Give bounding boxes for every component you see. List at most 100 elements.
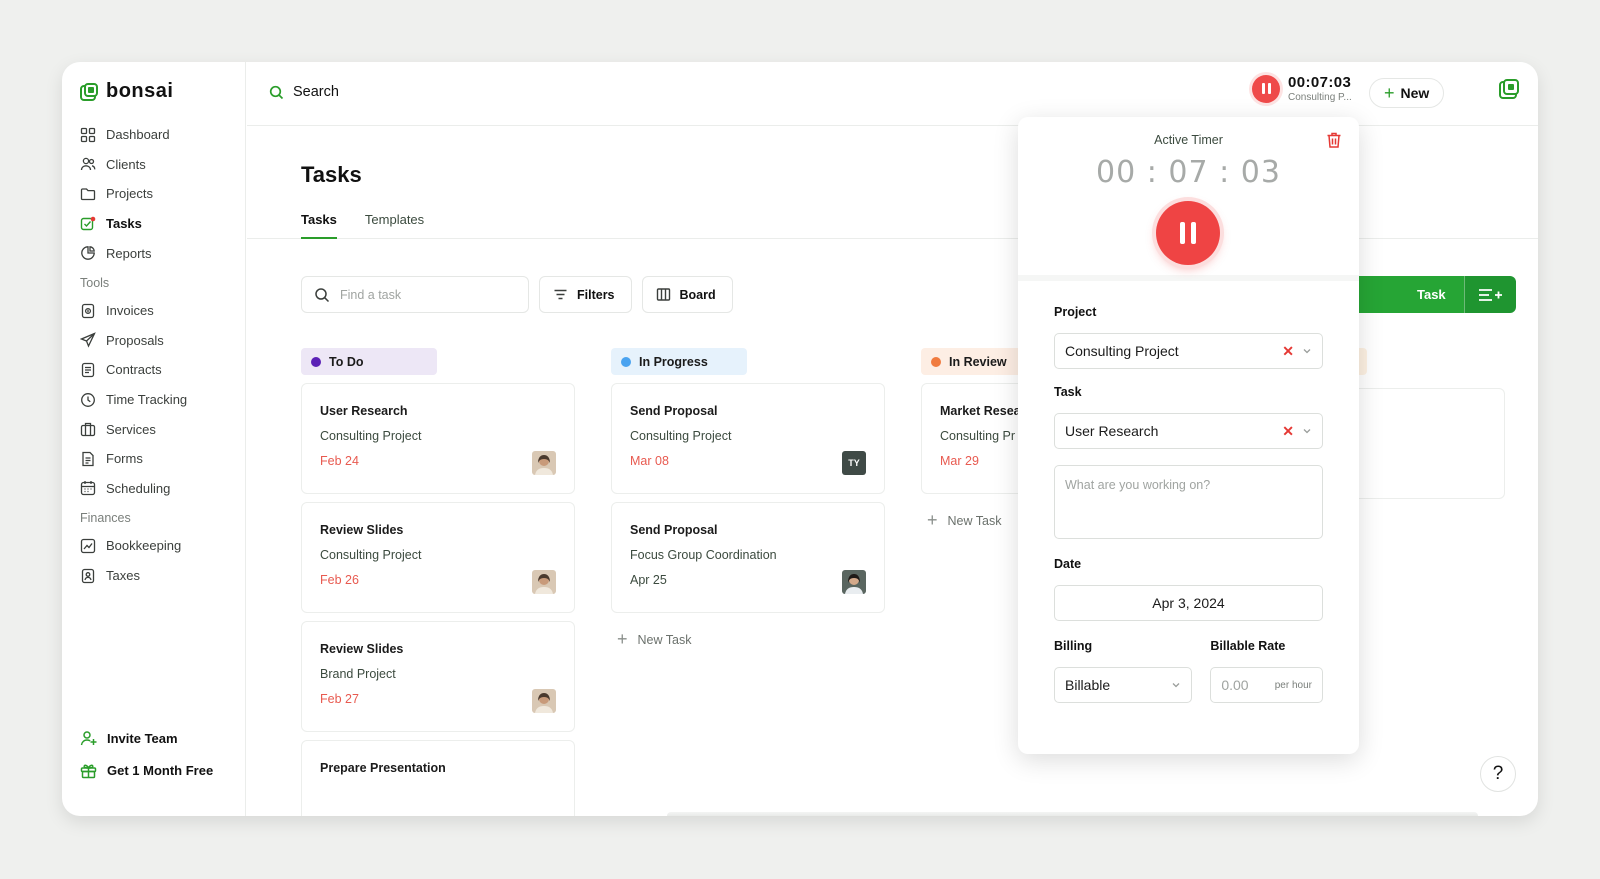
billing-label: Billing — [1054, 639, 1093, 653]
contract-icon — [81, 362, 95, 378]
sidebar-item-clients[interactable]: Clients — [80, 150, 240, 180]
add-task-menu-button[interactable] — [1463, 276, 1516, 313]
billing-row: Billing Billable Billable Rate 0.00 per … — [1054, 639, 1323, 703]
pause-icon — [1180, 222, 1185, 244]
task-card[interactable]: Send Proposal Focus Group Coordination A… — [611, 502, 885, 613]
avatar[interactable] — [842, 570, 866, 594]
column-header[interactable]: In Progress — [611, 348, 747, 375]
avatar[interactable] — [532, 451, 556, 475]
date-label: Date — [1054, 557, 1082, 571]
date-field[interactable]: Apr 3, 2024 — [1054, 585, 1323, 621]
task-project: Consulting Project — [630, 429, 732, 443]
billing-select[interactable]: Billable — [1054, 667, 1193, 703]
sidebar-item-reports[interactable]: Reports — [80, 238, 240, 268]
reports-icon — [81, 246, 95, 261]
sidebar-item-label: Scheduling — [106, 480, 171, 496]
sidebar-item-label: Time Tracking — [106, 392, 188, 408]
add-task-button-group: Task — [1337, 276, 1516, 313]
column-header[interactable]: To Do — [301, 348, 437, 375]
sidebar-item-tasks[interactable]: Tasks — [80, 209, 240, 239]
sidebar-item-time-tracking[interactable]: Time Tracking — [80, 385, 240, 415]
task-due-date: Feb 27 — [320, 692, 359, 706]
clear-icon[interactable]: ✕ — [1282, 423, 1294, 440]
notes-textarea[interactable]: What are you working on? — [1054, 465, 1323, 539]
tab-templates[interactable]: Templates — [365, 212, 424, 239]
pause-icon-bar — [1267, 83, 1271, 94]
rate-col: Billable Rate 0.00 per hour — [1210, 639, 1323, 703]
task-project: Brand Project — [320, 667, 396, 681]
task-due-date: Feb 24 — [320, 454, 359, 468]
project-select[interactable]: Consulting Project ✕ — [1054, 333, 1323, 369]
task-card[interactable]: Review Slides Consulting Project Feb 26 — [301, 502, 575, 613]
timer-mini-text: 00:07:03 Consulting P... — [1288, 74, 1352, 103]
billing-col: Billing Billable — [1054, 639, 1193, 703]
sidebar-item-label: Invoices — [106, 303, 154, 319]
task-card[interactable]: Send Proposal Consulting Project Mar 08 … — [611, 383, 885, 494]
sidebar-item-invoices[interactable]: Invoices — [80, 296, 240, 326]
plus-icon: + — [617, 629, 628, 649]
sidebar-item-scheduling[interactable]: Scheduling — [80, 474, 240, 504]
sidebar-item-contracts[interactable]: Contracts — [80, 355, 240, 385]
sidebar-item-proposals[interactable]: Proposals — [80, 326, 240, 356]
avatar[interactable] — [532, 570, 556, 594]
invite-team-button[interactable]: Invite Team — [80, 722, 213, 754]
task-card[interactable]: Prepare Presentation — [301, 740, 575, 816]
sidebar-item-label: Reports — [106, 245, 152, 261]
task-title: Send Proposal — [630, 404, 718, 418]
avatar[interactable] — [532, 689, 556, 713]
task-title: Review Slides — [320, 523, 404, 537]
view-label: Board — [679, 287, 716, 302]
view-board-button[interactable]: Board — [641, 276, 733, 313]
tab-tasks[interactable]: Tasks — [301, 212, 337, 239]
pause-timer-button-large[interactable] — [1156, 201, 1220, 265]
task-label: Task — [1054, 385, 1082, 399]
chevron-down-icon — [1303, 349, 1311, 354]
taxes-icon — [81, 568, 95, 583]
rate-unit: per hour — [1274, 679, 1312, 691]
task-card[interactable]: Review Slides Brand Project Feb 27 — [301, 621, 575, 732]
column-todo: To Do User Research Consulting Project F… — [301, 348, 575, 816]
billable-rate-input[interactable]: 0.00 per hour — [1210, 667, 1323, 703]
chevron-down-icon — [1172, 683, 1180, 688]
task-card[interactable]: User Research Consulting Project Feb 24 — [301, 383, 575, 494]
clear-icon[interactable]: ✕ — [1282, 343, 1294, 360]
project-label: Project — [1054, 305, 1097, 319]
sidebar-item-label: Bookkeeping — [106, 538, 182, 554]
new-task-label: New Task — [637, 632, 692, 647]
page-title: Tasks — [301, 162, 362, 187]
task-title: Send Proposal — [630, 523, 718, 537]
sidebar-section-tools: Tools — [80, 275, 110, 290]
find-task-input[interactable]: Find a task — [301, 276, 529, 313]
trash-icon[interactable] — [1325, 131, 1343, 149]
brand-logo[interactable]: bonsai — [80, 80, 173, 103]
task-title: Review Slides — [320, 642, 404, 656]
pause-timer-button[interactable] — [1252, 74, 1280, 103]
billing-value: Billable — [1065, 677, 1111, 693]
new-button[interactable]: + New — [1369, 78, 1445, 108]
board-icon — [656, 288, 670, 301]
sidebar-item-bookkeeping[interactable]: Bookkeeping — [80, 531, 240, 561]
sidebar-item-services[interactable]: Services — [80, 414, 240, 444]
promo-button[interactable]: Get 1 Month Free — [80, 754, 213, 786]
search-icon — [269, 85, 284, 99]
tasks-icon — [80, 216, 96, 230]
new-task-label: New Task — [947, 513, 1002, 528]
promo-label: Get 1 Month Free — [107, 762, 214, 778]
column-title: To Do — [329, 354, 364, 369]
sidebar-item-taxes[interactable]: Taxes — [80, 561, 240, 591]
task-due-date: Feb 26 — [320, 573, 359, 587]
sidebar-item-projects[interactable]: Projects — [80, 179, 240, 209]
sidebar-item-forms[interactable]: Forms — [80, 444, 240, 474]
timer-project: Consulting P... — [1288, 92, 1352, 103]
task-select[interactable]: User Research ✕ — [1054, 413, 1323, 449]
global-search[interactable]: Search — [269, 84, 339, 100]
new-task-button[interactable]: + New Task — [611, 629, 885, 650]
bonsai-app-icon[interactable] — [1498, 78, 1520, 100]
board-toolbar: Find a task Filters Board — [301, 276, 733, 313]
task-project: Consulting Project — [320, 429, 422, 443]
active-timer-widget[interactable]: 00:07:03 Consulting P... — [1252, 74, 1352, 103]
help-button[interactable]: ? — [1480, 756, 1516, 792]
filters-button[interactable]: Filters — [539, 276, 632, 313]
sidebar-item-dashboard[interactable]: Dashboard — [80, 120, 240, 150]
avatar[interactable]: TY — [842, 451, 866, 475]
